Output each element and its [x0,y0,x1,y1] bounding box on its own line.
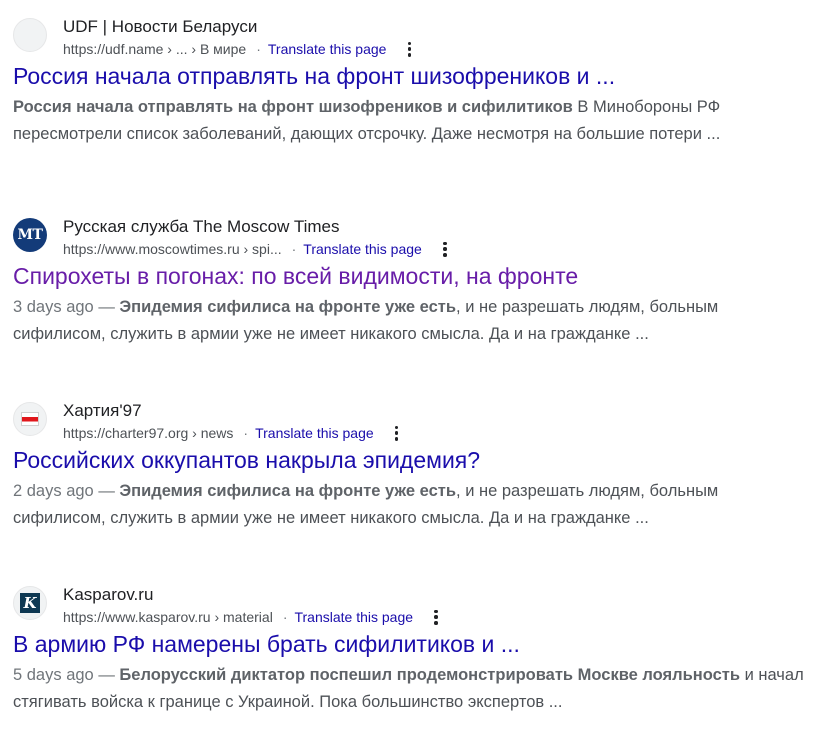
site-name[interactable]: Русская служба The Moscow Times [63,217,339,237]
site-name[interactable]: UDF | Новости Беларуси [63,17,257,37]
more-options-icon[interactable] [390,425,404,441]
result-title-link[interactable]: В армию РФ намерены брать сифилитиков и … [13,629,813,659]
result-snippet: 2 days ago — Эпидемия сифилиса на фронте… [13,478,813,532]
separator-dot: · [243,425,249,441]
result-date: 3 days ago [13,298,94,316]
result-title-link[interactable]: Россия начала отправлять на фронт шизофр… [13,61,813,91]
search-result: MT Русская служба The Moscow Times https… [13,214,813,348]
result-date: 2 days ago [13,482,94,500]
result-title-link[interactable]: Российских оккупантов накрыла эпидемия? [13,445,813,475]
more-options-icon[interactable] [429,609,443,625]
url-line: https://www.moscowtimes.ru › spi... · Tr… [63,241,452,257]
translate-link[interactable]: Translate this page [268,41,387,57]
result-url[interactable]: https://www.moscowtimes.ru › spi... [63,241,282,257]
translate-link[interactable]: Translate this page [294,609,413,625]
snippet-highlight: Россия начала отправлять на фронт шизофр… [13,98,573,116]
result-snippet: 3 days ago — Эпидемия сифилиса на фронте… [13,294,813,348]
search-result: UDF | Новости Беларуси https://udf.name … [13,14,813,148]
separator-dot: · [256,41,261,57]
separator-dot: · [282,609,288,625]
date-separator: — [93,298,120,316]
more-options-icon[interactable] [402,41,416,57]
result-header: UDF | Новости Беларуси https://udf.name … [13,14,813,58]
kasparov-logo-mark: K [20,593,40,613]
blank-favicon-icon[interactable] [13,18,47,52]
url-line: https://udf.name › ... › В мире · Transl… [63,41,416,57]
snippet-highlight: Эпидемия сифилиса на фронте уже есть [119,482,457,500]
result-header: Хартия'97 https://charter97.org › news ·… [13,398,813,442]
translate-link[interactable]: Translate this page [303,241,422,257]
result-header: K Kasparov.ru https://www.kasparov.ru › … [13,582,813,626]
result-snippet: Россия начала отправлять на фронт шизофр… [13,94,813,148]
snippet-highlight: Эпидемия сифилиса на фронте уже есть [119,298,457,316]
search-result: Хартия'97 https://charter97.org › news ·… [13,398,813,532]
separator-dot: · [291,241,297,257]
more-options-icon[interactable] [438,241,452,257]
result-date: 5 days ago [13,666,94,684]
result-url[interactable]: https://charter97.org › news [63,425,233,441]
snippet-highlight: Белорусский диктатор поспешил продемонст… [119,666,740,684]
moscow-times-logo-text: MT [17,227,43,243]
result-snippet: 5 days ago — Белорусский диктатор поспеш… [13,662,813,716]
date-separator: — [93,666,120,684]
translate-link[interactable]: Translate this page [255,425,374,441]
kasparov-logo-icon[interactable]: K [13,586,47,620]
result-header: MT Русская служба The Moscow Times https… [13,214,813,258]
url-line: https://www.kasparov.ru › material · Tra… [63,609,443,625]
result-title-link[interactable]: Спирохеты в погонах: по всей видимости, … [13,261,813,291]
result-url[interactable]: https://udf.name › ... › В мире [63,41,246,57]
date-separator: — [93,482,120,500]
site-name[interactable]: Хартия'97 [63,401,142,421]
moscow-times-logo-icon[interactable]: MT [13,218,47,252]
flag-shape [21,412,39,426]
url-line: https://charter97.org › news · Translate… [63,425,404,441]
site-name[interactable]: Kasparov.ru [63,585,153,605]
search-result: K Kasparov.ru https://www.kasparov.ru › … [13,582,813,716]
white-red-white-flag-icon[interactable] [13,402,47,436]
result-url[interactable]: https://www.kasparov.ru › material [63,609,273,625]
